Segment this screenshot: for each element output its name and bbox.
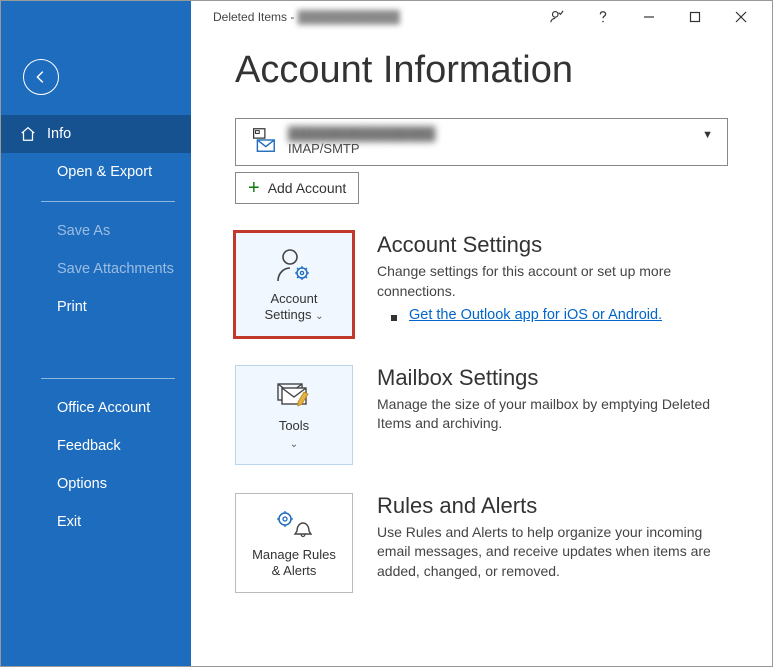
- comingsoon-icon[interactable]: [534, 1, 580, 33]
- section-desc: Change settings for this account or set …: [377, 262, 728, 301]
- sidebar-item-save-as: Save As: [1, 212, 191, 250]
- home-icon: [19, 125, 37, 143]
- sidebar-label: Save Attachments: [57, 261, 174, 277]
- sidebar-label: Office Account: [57, 400, 150, 416]
- chevron-down-icon: ⌄: [315, 311, 323, 322]
- sidebar-label: Options: [57, 476, 107, 492]
- plus-icon: +: [248, 178, 260, 198]
- section-title-rules-alerts: Rules and Alerts: [377, 493, 728, 519]
- mailbox-icon: [248, 125, 278, 160]
- sidebar-item-office-account[interactable]: Office Account: [1, 389, 191, 427]
- titlebar: Deleted Items - ████████████: [1, 1, 772, 33]
- sidebar-label: Feedback: [57, 438, 121, 454]
- section-desc: Use Rules and Alerts to help organize yo…: [377, 523, 728, 582]
- chevron-down-icon: ▼: [702, 129, 713, 141]
- minimize-button[interactable]: [626, 1, 672, 33]
- sidebar-label: Info: [47, 126, 71, 142]
- sidebar-divider: [41, 201, 175, 202]
- back-button[interactable]: [23, 59, 59, 95]
- sidebar-item-exit[interactable]: Exit: [1, 503, 191, 541]
- title-prefix: Deleted Items -: [213, 10, 298, 24]
- section-desc: Manage the size of your mailbox by empty…: [377, 395, 728, 434]
- sidebar-item-save-attachments: Save Attachments: [1, 250, 191, 288]
- account-selector[interactable]: ████████████████ IMAP/SMTP ▼: [235, 118, 728, 166]
- sidebar-item-info[interactable]: Info: [1, 115, 191, 153]
- add-account-button[interactable]: + Add Account: [235, 172, 359, 204]
- section-title-mailbox-settings: Mailbox Settings: [377, 365, 728, 391]
- add-account-label: Add Account: [268, 180, 347, 196]
- bullet-icon: [391, 315, 397, 321]
- titlebar-sidebar-bg: [1, 1, 191, 33]
- account-protocol: IMAP/SMTP: [288, 141, 435, 158]
- sidebar-item-open-export[interactable]: Open & Export: [1, 153, 191, 191]
- tile-label: Tools⌄: [279, 418, 309, 451]
- sidebar-label: Exit: [57, 514, 81, 530]
- account-settings-tile[interactable]: AccountSettings ⌄: [235, 232, 353, 337]
- tools-tile[interactable]: Tools⌄: [235, 365, 353, 465]
- chevron-down-icon: ⌄: [290, 439, 298, 450]
- sidebar-label: Open & Export: [57, 164, 152, 180]
- sidebar-label: Print: [57, 299, 87, 315]
- gear-bell-icon: [273, 507, 315, 541]
- tile-label: AccountSettings ⌄: [265, 291, 324, 324]
- title-account-blurred: ████████████: [298, 10, 400, 24]
- account-email-blurred: ████████████████: [288, 126, 435, 142]
- envelope-pencil-icon: [274, 378, 314, 412]
- sidebar-item-feedback[interactable]: Feedback: [1, 427, 191, 465]
- section-title-account-settings: Account Settings: [377, 232, 728, 258]
- backstage-sidebar: Info Open & Export Save As Save Attachme…: [1, 33, 191, 666]
- outlook-app-link[interactable]: Get the Outlook app for iOS or Android.: [409, 307, 662, 323]
- page-title: Account Information: [235, 49, 728, 92]
- manage-rules-tile[interactable]: Manage Rules& Alerts: [235, 493, 353, 593]
- help-icon[interactable]: [580, 1, 626, 33]
- content-area: Account Information ████████████████ IMA…: [191, 33, 772, 666]
- maximize-button[interactable]: [672, 1, 718, 33]
- person-gear-icon: [272, 245, 316, 285]
- close-button[interactable]: [718, 1, 764, 33]
- sidebar-item-options[interactable]: Options: [1, 465, 191, 503]
- window-title: Deleted Items - ████████████: [191, 10, 400, 24]
- tile-label: Manage Rules& Alerts: [252, 547, 336, 580]
- sidebar-divider: [41, 378, 175, 379]
- sidebar-item-print[interactable]: Print: [1, 288, 191, 326]
- sidebar-label: Save As: [57, 223, 110, 239]
